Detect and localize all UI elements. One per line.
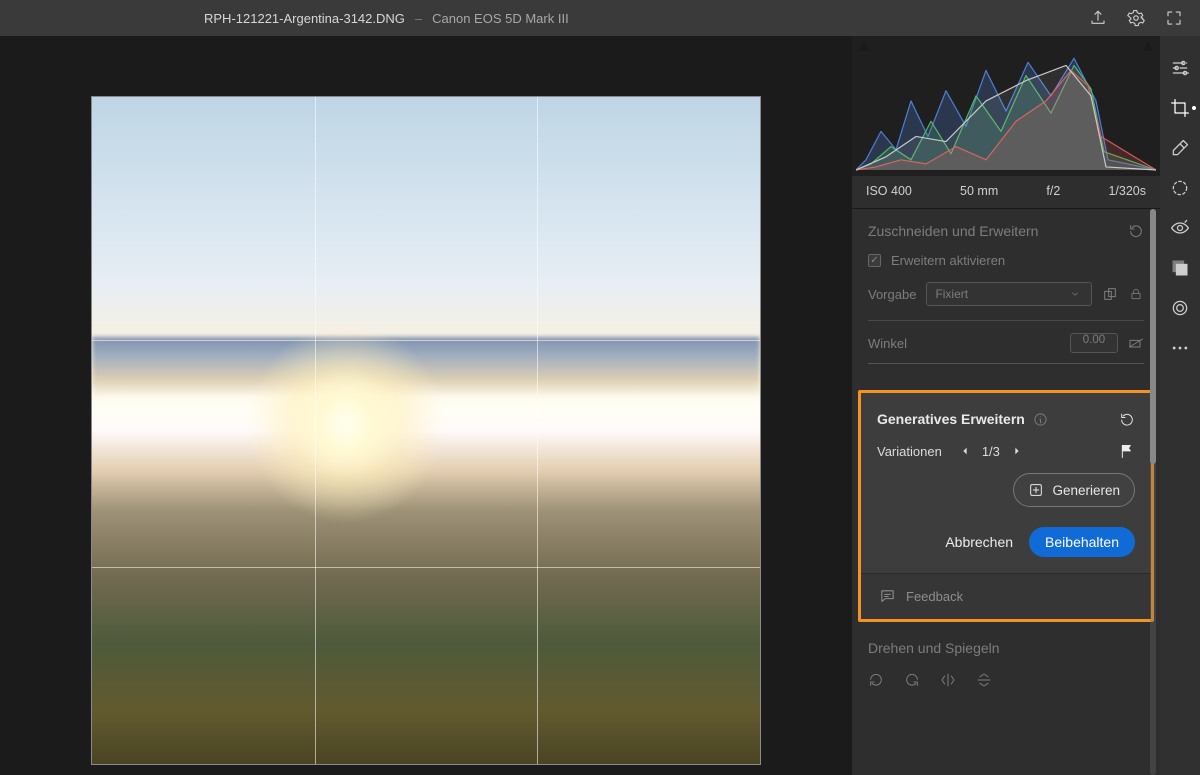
info-icon[interactable]: [1033, 411, 1049, 427]
angle-label: Winkel: [868, 336, 907, 351]
camera-model: Canon EOS 5D Mark III: [432, 11, 569, 26]
tool-rail: [1160, 36, 1200, 775]
variations-count: 1/3: [982, 444, 1000, 459]
sliders-icon[interactable]: [1168, 56, 1192, 80]
clip-indicator-left[interactable]: [858, 42, 870, 51]
crop-grid-line: [315, 97, 316, 764]
title-separator: –: [415, 11, 422, 26]
preset-select[interactable]: Fixiert: [926, 282, 1092, 306]
radial-mask-icon[interactable]: [1168, 176, 1192, 200]
flip-horizontal-icon[interactable]: [940, 672, 956, 688]
reset-icon[interactable]: [1119, 411, 1135, 427]
meta-aperture: f/2: [1046, 184, 1060, 198]
meta-focal: 50 mm: [960, 184, 998, 198]
crop-panel: Zuschneiden und Erweitern ✓ Erweitern ak…: [852, 209, 1160, 390]
right-sidebar: ISO 400 50 mm f/2 1/320s Zuschneiden und…: [852, 36, 1160, 775]
redeye-icon[interactable]: [1168, 216, 1192, 240]
keep-button[interactable]: Beibehalten: [1029, 527, 1135, 557]
crop-panel-title: Zuschneiden und Erweitern: [868, 223, 1038, 239]
enable-expand-row[interactable]: ✓ Erweitern aktivieren: [868, 253, 1144, 268]
generate-button[interactable]: Generieren: [1013, 473, 1135, 507]
crop-grid-line: [92, 567, 760, 568]
more-icon[interactable]: [1168, 336, 1192, 360]
angle-field[interactable]: 0.00: [1070, 333, 1118, 353]
variation-next-icon[interactable]: [1012, 444, 1022, 459]
flip-vertical-icon[interactable]: [976, 672, 992, 688]
enable-expand-checkbox[interactable]: ✓: [868, 254, 881, 267]
flag-icon[interactable]: [1119, 443, 1135, 459]
crop-grid-line: [92, 340, 760, 341]
rotate-cw-icon[interactable]: [904, 672, 920, 688]
fullscreen-icon[interactable]: [1160, 4, 1188, 32]
rotate-panel-title: Drehen und Spiegeln: [868, 640, 1000, 656]
chevron-down-icon: [1067, 286, 1083, 302]
cancel-button[interactable]: Abbrechen: [945, 534, 1013, 550]
rotate-panel: Drehen und Spiegeln: [852, 622, 1160, 710]
photo-preview[interactable]: [91, 96, 761, 765]
generative-expand-card: Generatives Erweitern Variationen 1/3: [858, 390, 1154, 622]
aspect-swap-icon[interactable]: [1102, 286, 1118, 302]
lock-icon[interactable]: [1128, 286, 1144, 302]
photo-metadata: ISO 400 50 mm f/2 1/320s: [852, 176, 1160, 209]
top-bar: RPH-121221-Argentina-3142.DNG – Canon EO…: [0, 0, 1200, 36]
title-group: RPH-121221-Argentina-3142.DNG – Canon EO…: [14, 11, 1074, 26]
crop-tool-icon[interactable]: [1168, 96, 1192, 120]
erase-icon[interactable]: [1168, 136, 1192, 160]
feedback-label: Feedback: [906, 589, 963, 604]
feedback-row[interactable]: Feedback: [861, 573, 1151, 619]
canvas-area[interactable]: [0, 36, 852, 775]
histogram[interactable]: [852, 36, 1160, 176]
rotate-ccw-icon[interactable]: [868, 672, 884, 688]
crop-grid-line: [537, 97, 538, 764]
export-icon[interactable]: [1084, 4, 1112, 32]
gear-icon[interactable]: [1122, 4, 1150, 32]
presets-icon[interactable]: [1168, 296, 1192, 320]
file-name: RPH-121221-Argentina-3142.DNG: [204, 11, 405, 26]
layers-icon[interactable]: [1168, 256, 1192, 280]
variations-label: Variationen: [877, 444, 942, 459]
meta-iso: ISO 400: [866, 184, 912, 198]
preset-label: Vorgabe: [868, 287, 916, 302]
straighten-icon[interactable]: [1128, 335, 1144, 351]
preset-row: Vorgabe Fixiert: [868, 282, 1144, 306]
variation-prev-icon[interactable]: [960, 444, 970, 459]
gen-expand-title: Generatives Erweitern: [877, 411, 1025, 427]
clip-indicator-right[interactable]: [1142, 42, 1154, 51]
reset-icon[interactable]: [1128, 223, 1144, 239]
variations-row: Variationen 1/3: [877, 443, 1135, 459]
enable-expand-label: Erweitern aktivieren: [891, 253, 1005, 268]
meta-shutter: 1/320s: [1108, 184, 1146, 198]
